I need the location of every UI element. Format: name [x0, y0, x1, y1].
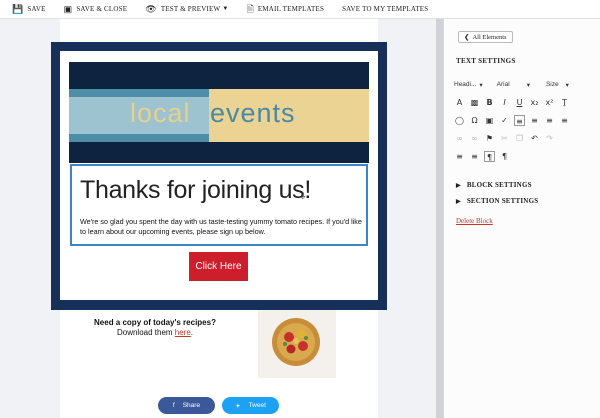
recipe-line-1: Need a copy of today's recipes? [94, 318, 216, 327]
redo-icon[interactable]: ↷ [544, 133, 555, 144]
canvas-scrollbar[interactable] [436, 19, 443, 418]
formatting-row-3: ∞ ∞ ⚑ ✂ ❐ ↶ ↷ [454, 133, 555, 144]
banner-word-events: events [210, 98, 296, 128]
formatting-row-2: ◯ Ω ▣ ✓ ≡ ≡ ≡ ≡ [454, 115, 570, 126]
superscript-icon[interactable]: x² [544, 97, 555, 108]
top-toolbar: 💾 SAVE ▣ SAVE & CLOSE 👁 TEST & PREVIEW ▼… [0, 0, 600, 19]
click-here-button[interactable]: Click Here [189, 252, 248, 281]
ltr-icon[interactable]: ¶ [484, 151, 495, 162]
numbered-list-icon[interactable]: ≡ [454, 151, 465, 162]
link-icon[interactable]: ∞ [454, 133, 465, 144]
local-events-banner[interactable]: local events [69, 62, 369, 163]
eye-icon: 👁 [145, 3, 157, 14]
unlink-icon[interactable]: ∞ [469, 133, 480, 144]
text-color-icon[interactable]: A [454, 97, 465, 108]
save-close-icon: ▣ [63, 3, 73, 14]
selected-text-block[interactable]: Thanks for joining us! ⌖ We're so glad y… [70, 164, 368, 246]
background-color-icon[interactable]: ▩ [469, 97, 480, 108]
block-settings-toggle[interactable]: ▶ BLOCK SETTINGS [456, 181, 532, 189]
document-icon: 🗎 [246, 3, 254, 14]
save-close-button[interactable]: ▣ SAVE & CLOSE [63, 3, 128, 14]
section-settings-toggle[interactable]: ▶ SECTION SETTINGS [456, 197, 538, 205]
font-selects-row: Headi... ▾ Arial ▾ Size ▾ [454, 79, 569, 90]
stamp-icon[interactable]: ◯ [454, 115, 465, 126]
caret-icon: ▾ [479, 81, 483, 89]
rtl-icon[interactable]: ¶ [499, 151, 510, 162]
body-text[interactable]: We're so glad you spent the day with us … [80, 217, 364, 236]
cut-icon[interactable]: ✂ [499, 133, 510, 144]
delete-block-link[interactable]: Delete Block [456, 217, 493, 225]
facebook-share-button[interactable]: f Share [158, 397, 215, 414]
facebook-icon: f [172, 402, 175, 409]
italic-icon[interactable]: I [499, 97, 510, 108]
tomato-tart-image[interactable] [258, 310, 336, 378]
font-select[interactable]: Arial ▾ [497, 79, 530, 90]
twitter-icon: ✦ [235, 402, 241, 410]
formatting-row-4: ≡ ≡ ¶ ¶ [454, 151, 510, 162]
test-preview-dropdown[interactable]: 👁 TEST & PREVIEW ▼ [145, 3, 229, 14]
style-select[interactable]: Headi... ▾ [454, 79, 483, 90]
anchor-flag-icon[interactable]: ⚑ [484, 133, 495, 144]
caret-right-icon: ▶ [456, 182, 461, 189]
align-center-icon[interactable]: ≡ [529, 115, 540, 126]
save-to-my-templates-button[interactable]: SAVE TO MY TEMPLATES [342, 5, 428, 13]
banner-word-local: local [130, 98, 191, 128]
floppy-disk-icon: 💾 [12, 3, 24, 14]
size-select[interactable]: Size ▾ [546, 79, 569, 90]
recipe-line-2: Download them here. [116, 328, 194, 337]
save-button[interactable]: 💾 SAVE [12, 3, 46, 14]
caret-right-icon: ▶ [456, 198, 461, 205]
email-templates-button[interactable]: 🗎 EMAIL TEMPLATES [246, 3, 324, 14]
align-left-icon[interactable]: ≡ [514, 115, 525, 126]
formatting-row-1: A ▩ B I U x₂ x² Ṯ [454, 97, 570, 108]
image-icon[interactable]: ▣ [484, 115, 495, 126]
recipe-download-link[interactable]: here [175, 328, 191, 337]
modal-content: local events Thanks for joining us! ⌖ We… [60, 51, 378, 300]
bulleted-list-icon[interactable]: ≡ [469, 151, 480, 162]
recipe-text-block[interactable]: Need a copy of today's recipes? Download… [70, 318, 240, 338]
underline-icon[interactable]: U [514, 97, 525, 108]
chevron-left-icon: ❮ [464, 34, 470, 41]
spellcheck-icon[interactable]: ✓ [499, 115, 510, 126]
align-justify-icon[interactable]: ≡ [559, 115, 570, 126]
text-cursor-icon: ⌖ [300, 192, 306, 203]
twitter-tweet-button[interactable]: ✦ Tweet [222, 397, 279, 414]
chevron-down-icon: ▼ [222, 6, 229, 12]
heading-text[interactable]: Thanks for joining us! [80, 176, 311, 205]
email-modal: local events Thanks for joining us! ⌖ We… [51, 42, 387, 310]
subscript-icon[interactable]: x₂ [529, 97, 540, 108]
settings-panel: ❮ All Elements TEXT SETTINGS Headi... ▾ A… [443, 19, 600, 418]
all-elements-button[interactable]: ❮ All Elements [458, 31, 513, 43]
caret-icon: ▾ [565, 81, 569, 89]
align-right-icon[interactable]: ≡ [544, 115, 555, 126]
special-char-icon[interactable]: Ω [469, 115, 480, 126]
undo-icon[interactable]: ↶ [529, 133, 540, 144]
caret-icon: ▾ [526, 81, 530, 89]
text-settings-title: TEXT SETTINGS [456, 57, 516, 65]
clear-format-icon[interactable]: Ṯ [559, 97, 570, 108]
bold-icon[interactable]: B [484, 97, 495, 108]
copy-icon[interactable]: ❐ [514, 133, 525, 144]
